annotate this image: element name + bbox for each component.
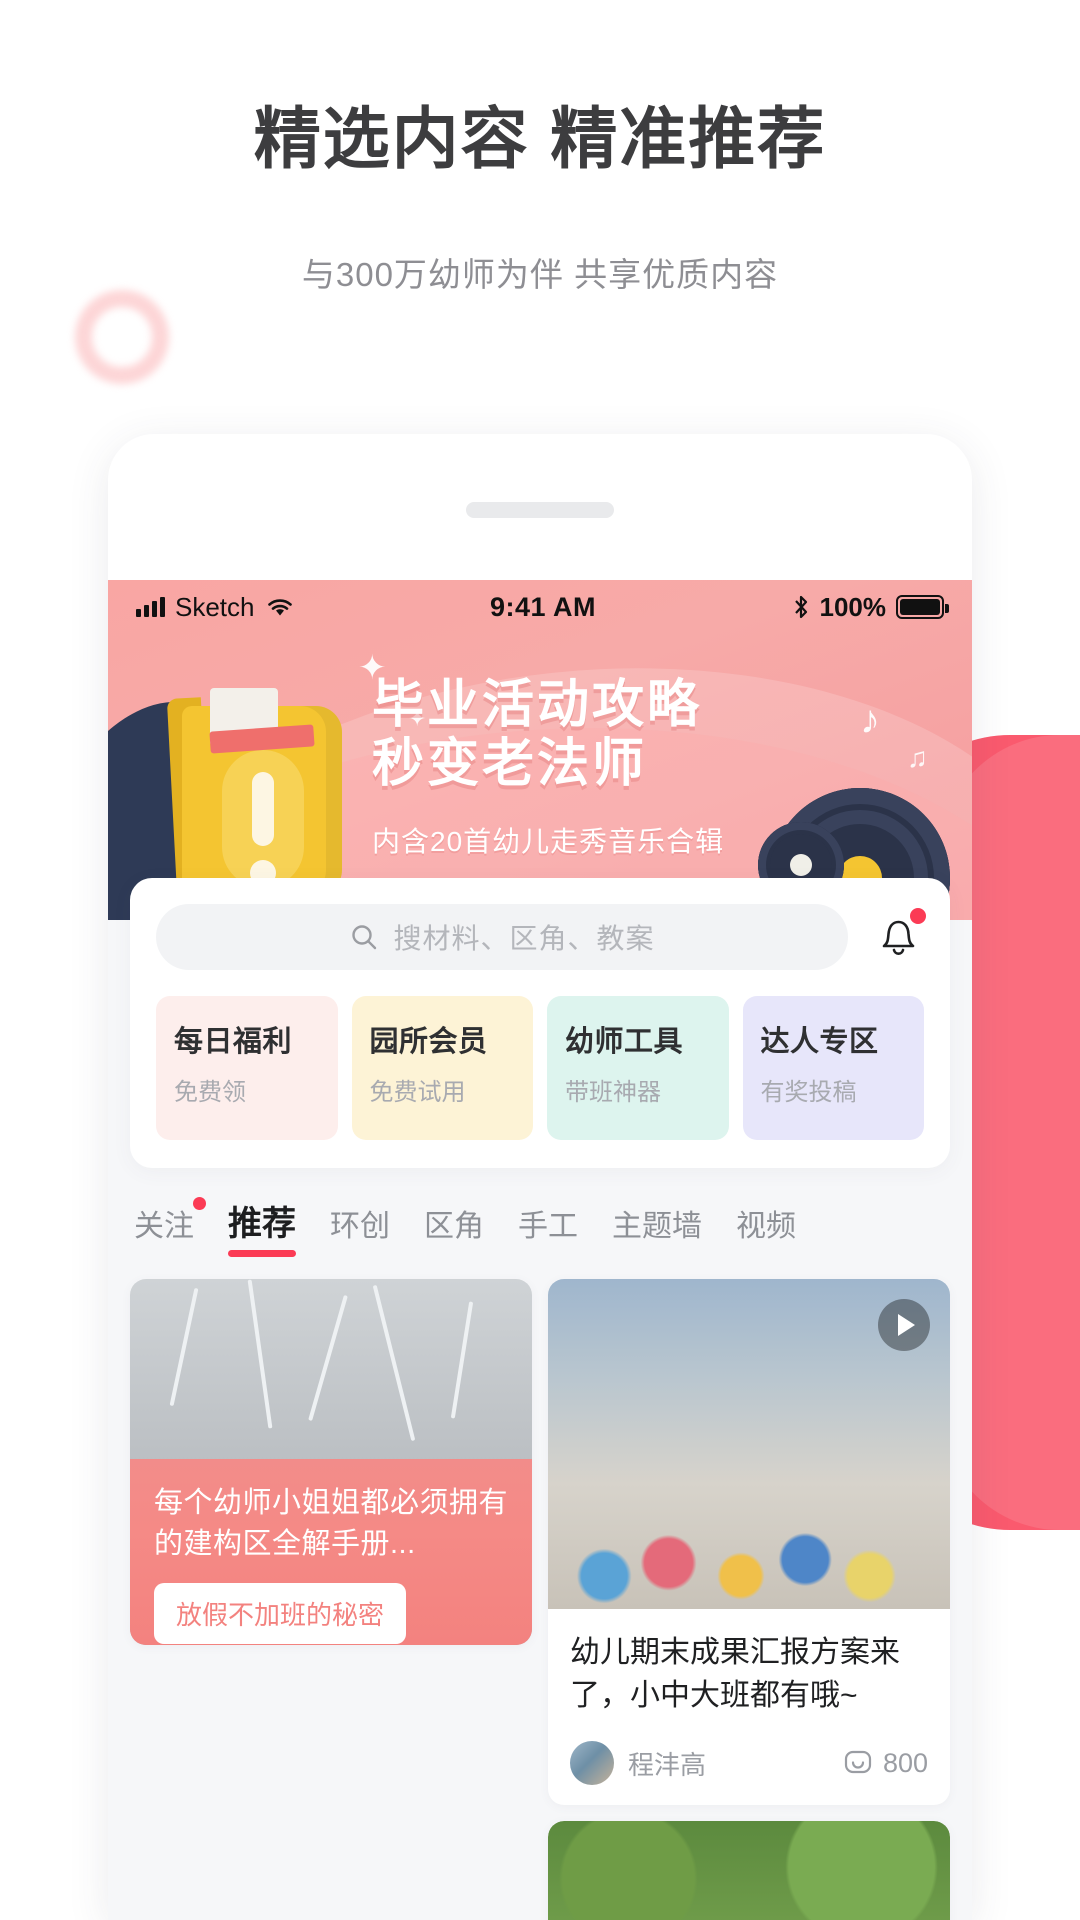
wifi-icon [267, 599, 292, 616]
notification-badge [910, 908, 926, 924]
banner-title-line2: 秒变老法师 [372, 735, 648, 794]
tab-zone-corner[interactable]: 区角 [424, 1201, 484, 1257]
quicklink-teacher-tools[interactable]: 幼师工具 带班神器 [547, 996, 729, 1140]
play-icon[interactable] [878, 1299, 930, 1351]
feed-column-left: 每个幼师小姐姐都必须拥有的建构区全解手册... 放假不加班的秘密 [130, 1279, 532, 1920]
bluetooth-icon [794, 595, 807, 619]
signal-bars-icon [136, 597, 165, 617]
tab-video[interactable]: 视频 [736, 1201, 796, 1257]
avatar [570, 1741, 614, 1786]
book-illustration [166, 688, 354, 897]
search-row: 搜材料、区角、教案 [156, 904, 926, 970]
search-placeholder: 搜材料、区角、教案 [393, 923, 655, 954]
tab-environment-design[interactable]: 环创 [330, 1201, 390, 1257]
quicklink-title: 园所会员 [369, 1026, 488, 1058]
battery-percent-label: 100% [819, 591, 887, 622]
phone-mockup: ✦ ✦ 毕业活动攻略 秒变老法师 内含20首幼儿走秀音乐合辑 ♪ ♫ Sketc… [108, 434, 972, 1920]
quicklink-title: 每日福利 [174, 1026, 293, 1058]
content-feed: 每个幼师小姐姐都必须拥有的建构区全解手册... 放假不加班的秘密 幼儿期末成果汇… [108, 1257, 972, 1920]
quicklink-subtitle: 带班神器 [565, 1079, 661, 1106]
tab-recommend[interactable]: 推荐 [228, 1196, 296, 1257]
feed-column-right: 幼儿期末成果汇报方案来了，小中大班都有哦~ 程沣高 800 [548, 1279, 950, 1920]
category-tabs: 关注 推荐 环创 区角 手工 主题墙 视频 [108, 1168, 972, 1257]
battery-full-icon [896, 595, 949, 619]
phone-screen: ✦ ✦ 毕业活动攻略 秒变老法师 内含20首幼儿走秀音乐合辑 ♪ ♫ Sketc… [108, 580, 972, 1920]
tab-theme-wall[interactable]: 主题墙 [612, 1201, 702, 1257]
feed-card-image [548, 1821, 950, 1920]
search-icon [352, 925, 377, 950]
quicklink-subtitle: 免费试用 [369, 1079, 466, 1106]
tab-label: 关注 [134, 1210, 194, 1243]
tab-label: 视频 [736, 1210, 796, 1243]
status-bar-time: 9:41 AM [489, 591, 597, 622]
star-icon [455, 1136, 523, 1140]
music-note-icon: ♪ [860, 698, 880, 742]
music-note-icon-2: ♫ [907, 742, 928, 773]
phone-speaker [466, 502, 614, 518]
quicklink-subtitle: 免费领 [174, 1079, 246, 1106]
feed-card-tag[interactable]: 放假不加班的秘密 [154, 1583, 407, 1645]
notification-button[interactable] [870, 908, 926, 964]
quicklink-expert-zone[interactable]: 达人专区 有奖投稿 [742, 996, 924, 1140]
quicklink-school-member[interactable]: 园所会员 免费试用 [351, 996, 533, 1140]
banner-title: 毕业活动攻略 秒变老法师 [372, 676, 912, 795]
quick-links: 每日福利 免费领 园所会员 免费试用 幼师工具 带班神器 达人专区 有奖投稿 [156, 996, 924, 1140]
tab-label: 环创 [330, 1210, 390, 1243]
feed-card-author[interactable]: 程沣高 [570, 1741, 707, 1786]
status-bar: Sketch 9:41 AM 100% [108, 580, 972, 634]
tab-badge-dot [193, 1197, 206, 1210]
tab-label: 主题墙 [612, 1210, 702, 1243]
tab-label: 区角 [424, 1210, 484, 1243]
exclamation-bar-icon [252, 772, 274, 846]
tab-follow[interactable]: 关注 [134, 1197, 206, 1257]
page-title: 精选内容 精准推荐 [253, 102, 827, 177]
decorative-ring [75, 290, 169, 384]
likes-count: 800 [882, 1747, 928, 1778]
quicklink-title: 幼师工具 [565, 1026, 684, 1058]
status-bar-left: Sketch [136, 592, 295, 623]
search-panel: 搜材料、区角、教案 每日福利 免费领 园所会员 免费试用 幼师工具 带班神器 达… [130, 878, 950, 1168]
feed-card-likes[interactable]: 800 [843, 1748, 928, 1779]
status-bar-right: 100% [792, 591, 949, 623]
tab-label: 推荐 [228, 1205, 296, 1243]
feed-card-balloon[interactable] [548, 1821, 950, 1920]
quicklink-daily-benefit[interactable]: 每日福利 免费领 [156, 996, 338, 1140]
page-subtitle: 与300万幼师为伴 共享优质内容 [301, 256, 779, 293]
tab-handcraft[interactable]: 手工 [518, 1201, 578, 1257]
feed-card-report-plan[interactable]: 幼儿期末成果汇报方案来了，小中大班都有哦~ 程沣高 800 [548, 1279, 950, 1806]
feed-card-meta: 程沣高 800 [570, 1741, 928, 1786]
search-input[interactable]: 搜材料、区角、教案 [156, 904, 848, 970]
feed-card-image [548, 1279, 950, 1609]
hero-banner[interactable]: ✦ ✦ 毕业活动攻略 秒变老法师 内含20首幼儿走秀音乐合辑 ♪ ♫ Sketc… [108, 580, 972, 920]
tab-label: 手工 [518, 1210, 578, 1243]
promo-page: 精选内容 精准推荐 与300万幼师为伴 共享优质内容 ✦ ✦ 毕业活动攻略 秒变… [0, 0, 1080, 1920]
feed-card-body: 幼儿期末成果汇报方案来了，小中大班都有哦~ 程沣高 800 [548, 1609, 950, 1805]
feed-card-building-zone[interactable]: 每个幼师小姐姐都必须拥有的建构区全解手册... 放假不加班的秘密 [130, 1279, 532, 1645]
feed-card-title: 幼儿期末成果汇报方案来了，小中大班都有哦~ [570, 1636, 900, 1713]
quicklink-subtitle: 有奖投稿 [760, 1079, 857, 1106]
smile-comment-icon [844, 1751, 872, 1774]
feed-card-title: 每个幼师小姐姐都必须拥有的建构区全解手册... [154, 1487, 509, 1561]
quicklink-title: 达人专区 [760, 1026, 879, 1058]
banner-title-line1: 毕业活动攻略 [372, 676, 703, 734]
feed-card-overlay: 每个幼师小姐姐都必须拥有的建构区全解手册... 放假不加班的秘密 [130, 1459, 532, 1645]
carrier-label: Sketch [175, 591, 255, 622]
author-name: 程沣高 [628, 1749, 707, 1780]
